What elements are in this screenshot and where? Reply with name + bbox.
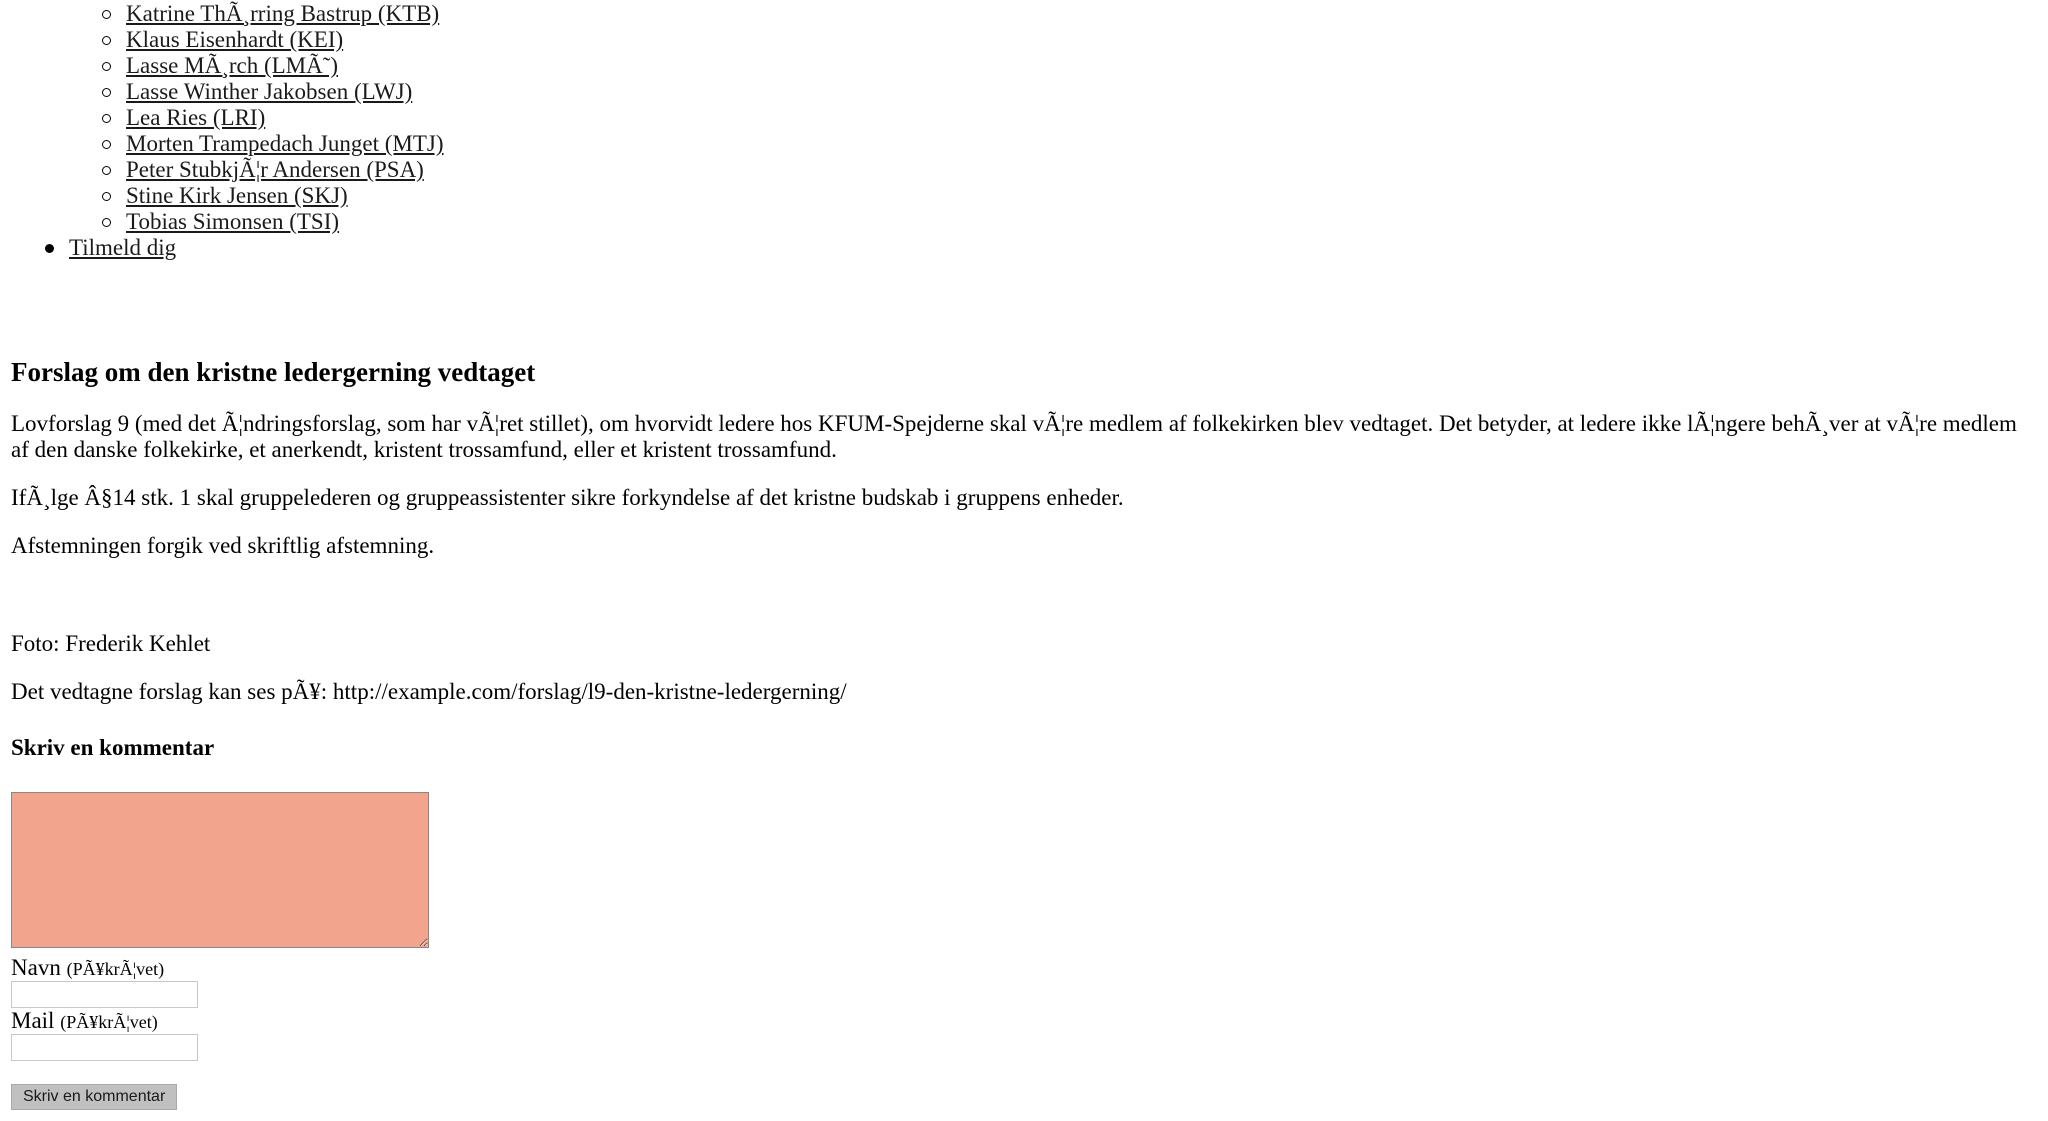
name-field[interactable] [11, 981, 198, 1008]
article-paragraph: Lovforslag 9 (med det Ã¦ndringsforslag, … [11, 411, 2017, 462]
list-bullet-icon [102, 192, 111, 201]
signup-link[interactable]: Tilmeld dig [69, 235, 176, 260]
list-bullet-icon [102, 62, 111, 71]
comment-heading: Skriv en kommentar [11, 735, 215, 760]
leader-link[interactable]: Katrine ThÃ¸rring Bastrup (KTB) [126, 1, 439, 26]
article-paragraph: IfÃ¸lge Â§14 stk. 1 skal gruppelederen o… [11, 485, 1124, 510]
list-bullet-icon [45, 244, 54, 253]
list-item: Klaus Eisenhardt (KEI) [58, 27, 444, 53]
article-paragraph: Afstemningen forgik ved skriftlig afstem… [11, 533, 435, 558]
submit-comment-button[interactable]: Skriv en kommentar [11, 1084, 178, 1110]
list-bullet-icon [102, 88, 111, 97]
name-label: Navn (PÃ¥krÃ¦vet) [11, 955, 164, 982]
leader-link[interactable]: Peter StubkjÃ¦r Andersen (PSA) [126, 157, 424, 182]
list-bullet-icon [102, 218, 111, 227]
list-bullet-icon [102, 10, 111, 19]
list-item: Tobias Simonsen (TSI) [58, 209, 444, 235]
list-bullet-icon [102, 166, 111, 175]
mail-label-text: Mail [11, 1008, 55, 1033]
list-item: Lea Ries (LRI) [58, 105, 444, 131]
article-title: Forslag om den kristne ledergerning vedt… [11, 357, 536, 387]
list-item: Lasse MÃ¸rch (LMÃ˜) [58, 53, 444, 79]
leader-link[interactable]: Lea Ries (LRI) [126, 105, 265, 130]
list-item: Peter StubkjÃ¦r Andersen (PSA) [58, 157, 444, 183]
leader-list: Katrine ThÃ¸rring Bastrup (KTB) Klaus Ei… [58, 1, 444, 235]
leader-link[interactable]: Morten Trampedach Junget (MTJ) [126, 131, 444, 156]
leader-link[interactable]: Stine Kirk Jensen (SKJ) [126, 183, 348, 208]
leader-link[interactable]: Lasse MÃ¸rch (LMÃ˜) [126, 53, 338, 78]
list-item: Stine Kirk Jensen (SKJ) [58, 183, 444, 209]
photo-credit: Foto: Frederik Kehlet [11, 631, 211, 656]
list-item: Lasse Winther Jakobsen (LWJ) [58, 79, 444, 105]
required-note: (PÃ¥krÃ¦vet) [60, 1012, 158, 1032]
leader-link[interactable]: Lasse Winther Jakobsen (LWJ) [126, 79, 412, 104]
email-field[interactable] [11, 1034, 198, 1061]
list-bullet-icon [102, 36, 111, 45]
required-note: (PÃ¥krÃ¦vet) [66, 959, 165, 979]
mail-label: Mail (PÃ¥krÃ¦vet) [11, 1008, 158, 1035]
comment-textarea[interactable] [11, 792, 429, 948]
nav-item-signup: Tilmeld dig [12, 235, 176, 261]
list-bullet-icon [102, 140, 111, 149]
list-bullet-icon [102, 114, 111, 123]
leader-link[interactable]: Tobias Simonsen (TSI) [126, 209, 339, 234]
list-item: Morten Trampedach Junget (MTJ) [58, 131, 444, 157]
leader-link[interactable]: Klaus Eisenhardt (KEI) [126, 27, 343, 52]
name-label-text: Navn [11, 955, 61, 980]
list-item: Katrine ThÃ¸rring Bastrup (KTB) [58, 1, 444, 27]
proposal-link-text: Det vedtagne forslag kan ses pÃ¥: http:/… [11, 679, 847, 704]
